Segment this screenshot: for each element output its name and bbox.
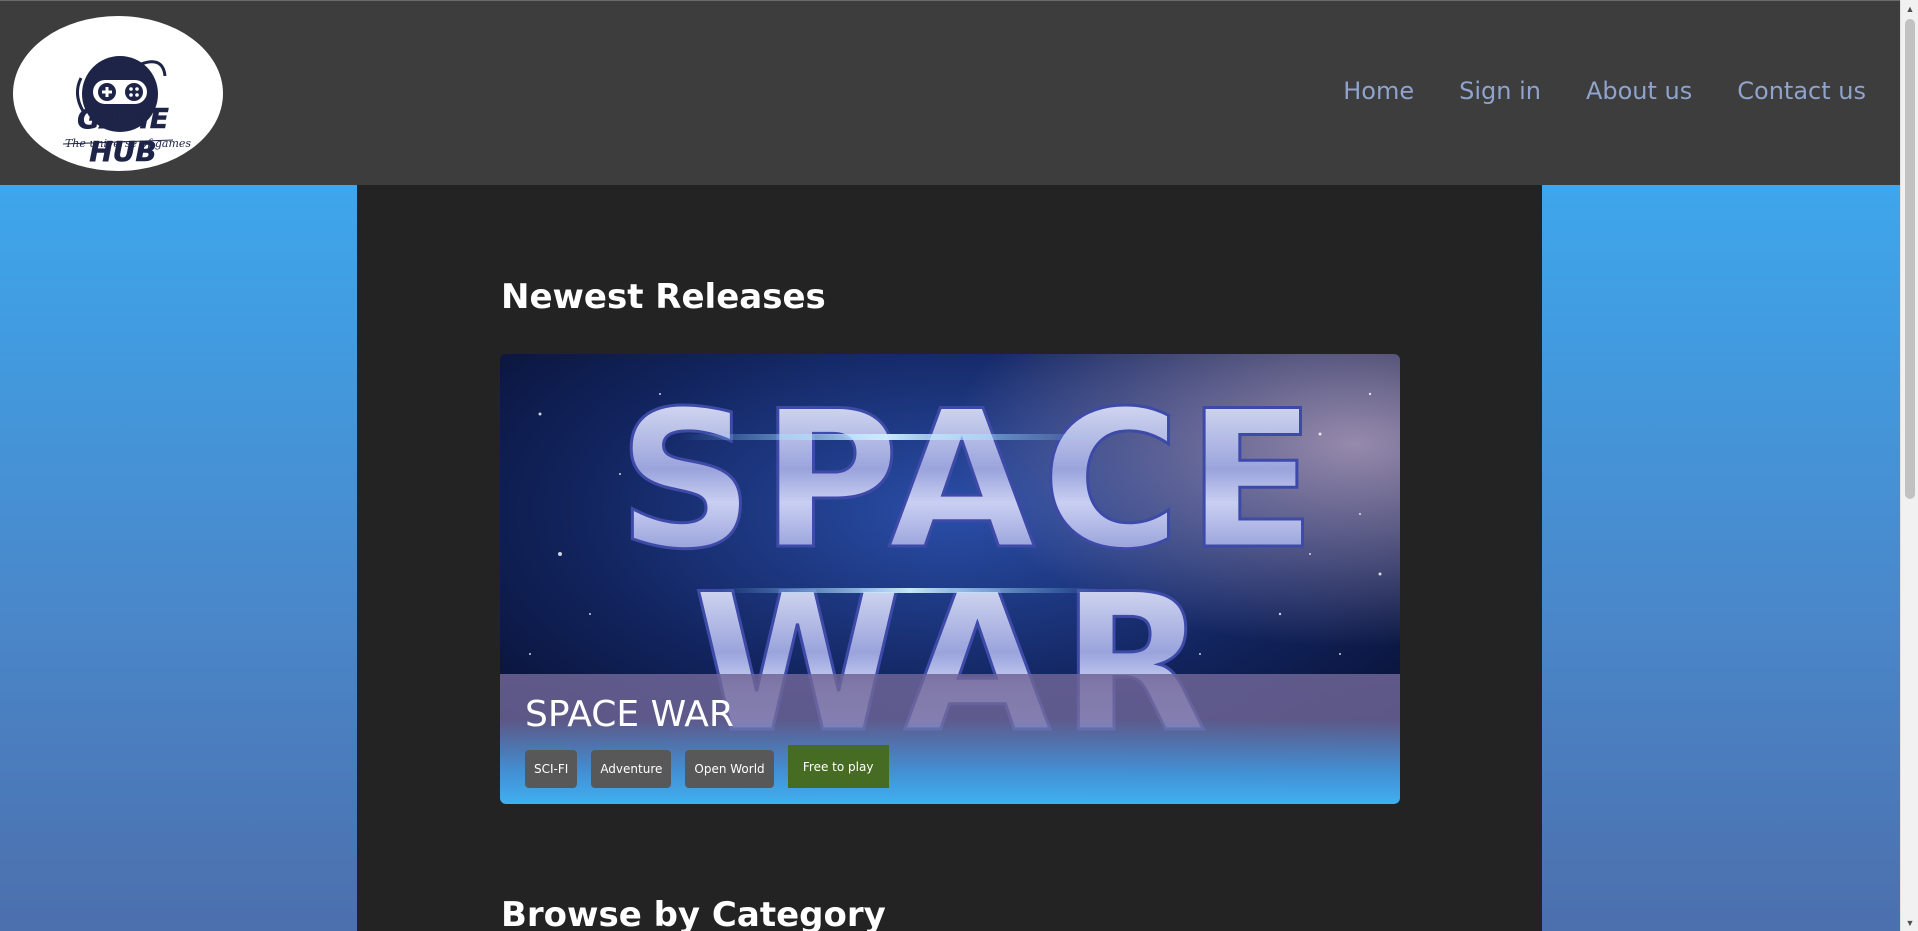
page-background: Newest Releases SPACE WAR SPACE WAR SCI-… bbox=[0, 185, 1900, 931]
nav-contact-us[interactable]: Contact us bbox=[1737, 77, 1866, 105]
main-nav: Home Sign in About us Contact us bbox=[1343, 77, 1866, 105]
newest-releases-heading: Newest Releases bbox=[501, 277, 826, 317]
scroll-down-arrow-icon[interactable]: ▼ bbox=[1901, 914, 1918, 931]
main-content: Newest Releases SPACE WAR SPACE WAR SCI-… bbox=[357, 185, 1542, 931]
scroll-up-arrow-icon[interactable]: ▲ bbox=[1901, 0, 1918, 17]
browse-by-category-heading: Browse by Category bbox=[501, 895, 886, 931]
logo-tagline: The universe of games bbox=[64, 137, 192, 150]
nav-home[interactable]: Home bbox=[1343, 77, 1414, 105]
tag-adventure[interactable]: Adventure bbox=[591, 749, 672, 788]
nav-sign-in[interactable]: Sign in bbox=[1459, 77, 1541, 105]
nav-about-us[interactable]: About us bbox=[1586, 77, 1692, 105]
game-tags: SCI-FI Adventure Open World Free to play bbox=[525, 745, 889, 788]
site-header: GAME HUB The universe of games Home Sign… bbox=[0, 0, 1900, 185]
featured-game-card[interactable]: SPACE WAR SPACE WAR SCI-FI Adventure Ope… bbox=[500, 354, 1400, 804]
game-title: SPACE WAR bbox=[525, 694, 734, 735]
free-to-play-button[interactable]: Free to play bbox=[787, 745, 889, 788]
vertical-scrollbar[interactable]: ▲ ▼ bbox=[1900, 0, 1918, 931]
tag-open-world[interactable]: Open World bbox=[685, 749, 774, 788]
tag-sci-fi[interactable]: SCI-FI bbox=[525, 749, 578, 788]
scroll-thumb[interactable] bbox=[1905, 19, 1915, 499]
game-hub-logo[interactable]: GAME HUB The universe of games bbox=[13, 16, 223, 171]
logo-title: GAME HUB bbox=[77, 102, 169, 169]
